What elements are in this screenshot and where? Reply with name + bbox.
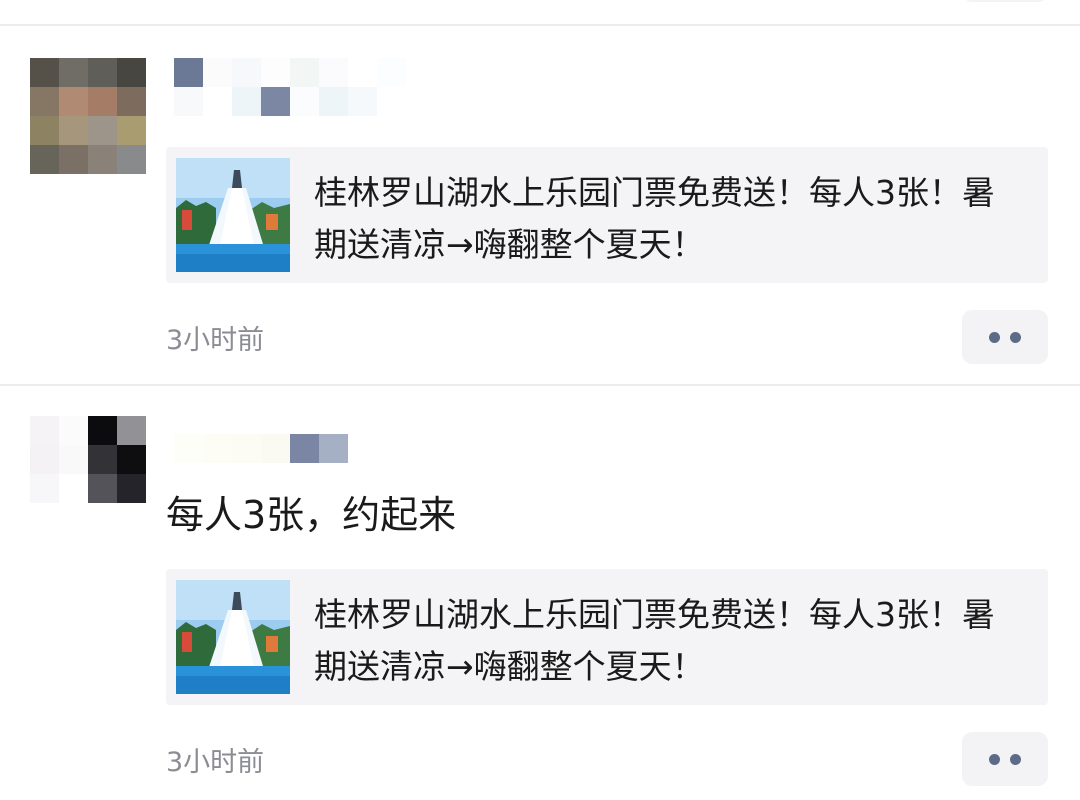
avatar[interactable] (30, 58, 146, 174)
post-text: 每人3张，约起来 (166, 493, 457, 537)
post-timestamp: 3小时前 (166, 325, 265, 356)
feed-post: 每人3张，约起来 桂林罗山湖水上乐园门票免费送！每人3张！暑期送清凉→嗨翻整个夏… (0, 386, 1080, 800)
username[interactable] (174, 434, 348, 463)
water-park-photo-icon (176, 158, 290, 272)
water-park-photo-icon (176, 580, 290, 694)
feed-post: 桂林罗山湖水上乐园门票免费送！每人3张！暑期送清凉→嗨翻整个夏天！ 3小时前 (0, 26, 1080, 384)
avatar[interactable] (30, 416, 146, 532)
more-dots-icon[interactable] (962, 732, 1048, 786)
username[interactable] (174, 58, 406, 87)
shared-link-card[interactable]: 桂林罗山湖水上乐园门票免费送！每人3张！暑期送清凉→嗨翻整个夏天！ (166, 569, 1048, 705)
shared-link-card[interactable]: 桂林罗山湖水上乐园门票免费送！每人3张！暑期送清凉→嗨翻整个夏天！ (166, 147, 1048, 283)
shared-link-title: 桂林罗山湖水上乐园门票免费送！每人3张！暑期送清凉→嗨翻整个夏天！ (314, 595, 995, 686)
username-tail (174, 87, 406, 116)
more-button[interactable] (962, 0, 1048, 2)
post-timestamp: 3小时前 (166, 747, 265, 778)
more-dots-icon[interactable] (962, 310, 1048, 364)
shared-link-title: 桂林罗山湖水上乐园门票免费送！每人3张！暑期送清凉→嗨翻整个夏天！ (314, 173, 995, 264)
